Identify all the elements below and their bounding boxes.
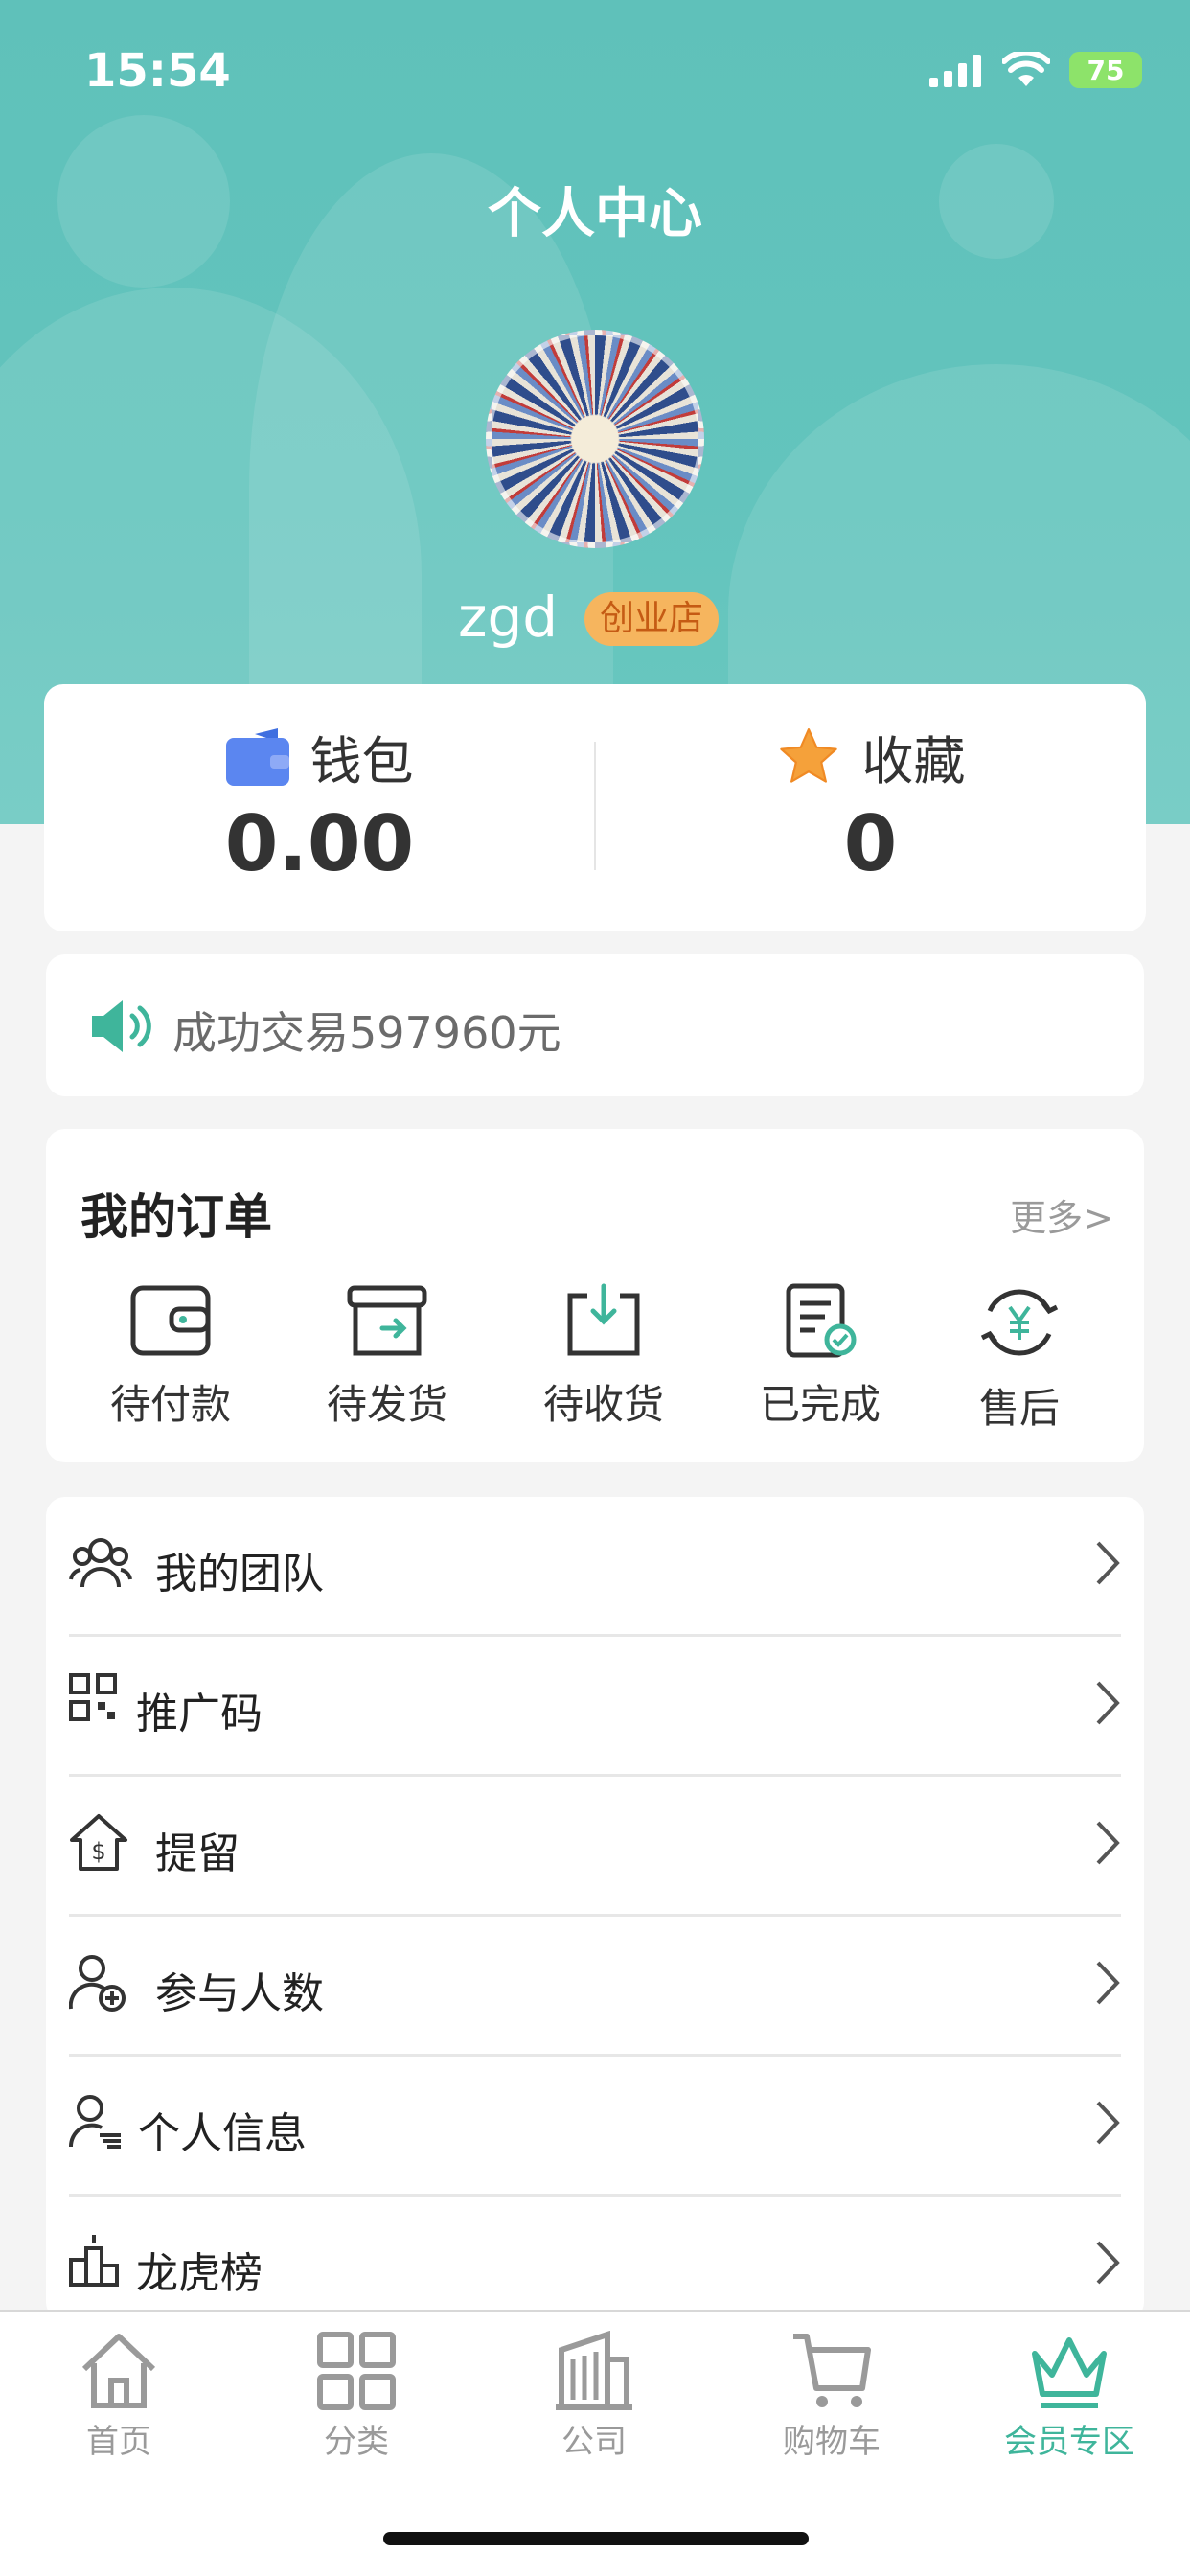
chevron-right-icon — [1096, 1821, 1120, 1865]
order-pending-payment[interactable]: 待付款 — [84, 1282, 257, 1431]
tab-label: 购物车 — [783, 2423, 881, 2461]
tab-home[interactable]: 首页 — [0, 2331, 238, 2462]
tab-label: 首页 — [86, 2423, 151, 2461]
battery-level: 75 — [1087, 54, 1125, 86]
wallet-section[interactable]: 钱包 0.00 — [44, 684, 595, 932]
menu-item-my-team[interactable]: 我的团队 — [69, 1497, 1121, 1637]
home-indicator — [383, 2532, 809, 2545]
order-after-sales[interactable]: 售后 — [933, 1282, 1106, 1435]
add-person-icon — [69, 1955, 126, 2012]
tab-cart[interactable]: 购物车 — [713, 2331, 950, 2462]
orders-card: 我的订单 更多> 待付款 待发货 待收货 已完成 售后 — [46, 1129, 1144, 1462]
cart-icon — [793, 2334, 871, 2407]
orders-more-link[interactable]: 更多> — [1010, 1188, 1113, 1241]
store-badge: 创业店 — [584, 592, 720, 646]
speaker-icon — [92, 1000, 151, 1052]
chevron-right-icon — [1096, 1541, 1120, 1585]
crown-icon — [1032, 2337, 1107, 2408]
menu-item-label: 个人信息 — [138, 2109, 307, 2158]
order-label: 待发货 — [326, 1381, 447, 1428]
person-info-icon — [69, 2095, 121, 2149]
menu-item-label: 参与人数 — [155, 1969, 324, 2018]
order-pending-receipt[interactable]: 待收货 — [517, 1282, 690, 1431]
grid-icon — [317, 2332, 396, 2410]
wallet-favorites-card: 钱包 0.00 收藏 0 — [44, 684, 1146, 932]
team-icon — [69, 1538, 132, 1588]
menu-item-label: 我的团队 — [155, 1550, 324, 1598]
chevron-right-icon — [1096, 1961, 1120, 2005]
menu-item-label: 推广码 — [136, 1690, 263, 1738]
menu-list: 我的团队 推广码 $ 提留 参与人数 个人信息 龙虎榜 — [46, 1497, 1144, 2321]
battery-indicator: 75 — [1069, 52, 1142, 88]
completed-doc-icon — [786, 1283, 857, 1358]
status-time: 15:54 — [84, 44, 231, 98]
menu-item-participants[interactable]: 参与人数 — [69, 1917, 1121, 2057]
chevron-right-icon — [1096, 1681, 1120, 1725]
avatar[interactable] — [486, 330, 704, 548]
star-icon — [779, 727, 837, 783]
wallet-balance: 0.00 — [224, 799, 415, 888]
ship-box-icon — [347, 1285, 427, 1356]
wallet-label: 钱包 — [309, 731, 414, 792]
order-label: 待收货 — [542, 1381, 664, 1428]
favorites-label: 收藏 — [861, 731, 966, 792]
tab-label: 公司 — [561, 2423, 627, 2461]
wifi-icon — [1002, 52, 1050, 86]
orders-title: 我的订单 — [80, 1189, 272, 1245]
menu-item-promo-code[interactable]: 推广码 — [69, 1637, 1121, 1777]
order-pending-shipment[interactable]: 待发货 — [301, 1282, 473, 1431]
favorites-section[interactable]: 收藏 0 — [595, 684, 1146, 932]
status-bar: 15:54 75 — [0, 0, 1190, 144]
page-title: 个人中心 — [488, 183, 702, 245]
dollar-house-icon: $ — [70, 1814, 127, 1871]
order-label: 待付款 — [109, 1381, 231, 1428]
refund-yen-icon — [980, 1289, 1059, 1356]
order-completed[interactable]: 已完成 — [734, 1282, 906, 1431]
building-icon — [556, 2331, 632, 2410]
svg-text:$: $ — [91, 1838, 105, 1865]
tab-category[interactable]: 分类 — [238, 2331, 475, 2462]
menu-item-label: 龙虎榜 — [136, 2249, 263, 2298]
wallet-icon — [130, 1285, 211, 1356]
receive-icon — [567, 1283, 640, 1356]
menu-item-leaderboard[interactable]: 龙虎榜 — [69, 2196, 1121, 2321]
favorites-count: 0 — [843, 799, 898, 888]
menu-item-withdraw[interactable]: $ 提留 — [69, 1777, 1121, 1917]
order-label: 已完成 — [759, 1381, 881, 1428]
username: zgd — [458, 585, 559, 650]
tab-company[interactable]: 公司 — [475, 2331, 713, 2462]
home-icon — [81, 2334, 156, 2408]
status-icons: 75 — [929, 52, 1142, 88]
order-label: 售后 — [978, 1385, 1060, 1432]
tab-label: 分类 — [324, 2423, 389, 2461]
notice-banner[interactable]: 成功交易597960元 — [46, 954, 1144, 1096]
tab-member-zone[interactable]: 会员专区 — [950, 2331, 1188, 2462]
ranking-icon — [69, 2235, 119, 2287]
signal-icon — [929, 55, 981, 87]
chevron-right-icon — [1096, 2101, 1120, 2145]
qr-code-icon — [69, 1673, 117, 1721]
menu-item-personal-info[interactable]: 个人信息 — [69, 2057, 1121, 2196]
menu-item-label: 提留 — [155, 1829, 240, 1878]
wallet-icon — [225, 727, 289, 786]
notice-text: 成功交易597960元 — [172, 1007, 561, 1059]
chevron-right-icon — [1096, 2241, 1120, 2285]
tab-label: 会员专区 — [1004, 2423, 1134, 2461]
